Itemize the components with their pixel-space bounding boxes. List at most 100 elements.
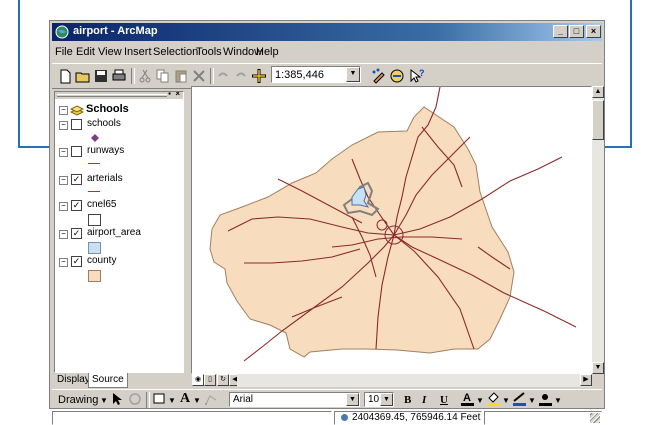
tab-source[interactable]: Source (88, 373, 128, 388)
menu-edit[interactable]: Edit (76, 46, 95, 58)
globe-view-icon[interactable]: ◉ (192, 374, 204, 386)
menu-bar: File Edit View Insert Selection Tools Wi… (52, 43, 602, 61)
toc-tabs: Display Source (54, 373, 184, 389)
vertical-scrollbar[interactable]: ▲ ▼ (592, 86, 604, 374)
line-color-icon[interactable] (512, 391, 528, 409)
maximize-button[interactable]: □ (569, 25, 584, 38)
fill-symbol-icon (88, 214, 101, 226)
layer-visibility-checkbox[interactable]: ✓ (71, 256, 82, 267)
layer-visibility-checkbox[interactable]: ✓ (71, 200, 82, 211)
bold-button[interactable]: B (404, 394, 411, 406)
undo-icon[interactable] (214, 67, 232, 85)
new-document-icon[interactable] (56, 67, 74, 85)
menu-selection[interactable]: Selection (153, 46, 198, 58)
menu-view[interactable]: View (98, 46, 122, 58)
marker-color-icon[interactable] (538, 391, 554, 409)
tab-display[interactable]: Display (54, 373, 93, 387)
toc-grip[interactable] (57, 94, 167, 97)
minimize-button[interactable]: _ (553, 25, 568, 38)
paste-icon[interactable] (172, 67, 190, 85)
underline-button[interactable]: U (440, 394, 448, 406)
toolbar-separator (146, 392, 150, 408)
layer-visibility-checkbox[interactable]: ✓ (71, 228, 82, 239)
drawing-toolbar: Drawing ▼ ▼ A ▼ Arial ▼ 10 ▼ B I U A ▼ ▼… (52, 389, 602, 408)
layer-airport-area[interactable]: − ✓ airport_area (55, 226, 183, 242)
scroll-right-icon[interactable]: ▶ (580, 374, 592, 386)
chevron-down-icon[interactable]: ▼ (346, 393, 359, 406)
menu-help[interactable]: Help (256, 46, 279, 58)
rectangle-icon[interactable] (153, 393, 165, 407)
map-canvas[interactable] (192, 87, 592, 374)
print-icon[interactable] (110, 67, 128, 85)
font-size-combo[interactable]: 10 ▼ (364, 392, 394, 407)
editor-toolbar-icon[interactable] (370, 67, 388, 85)
data-frame-schools[interactable]: − Schools (55, 102, 183, 118)
menu-tools[interactable]: Tools (196, 46, 222, 58)
chevron-down-icon[interactable]: ▼ (476, 396, 484, 405)
horizontal-scrollbar[interactable]: ▶ (237, 374, 592, 387)
layer-cnel65[interactable]: − ✓ cnel65 (55, 198, 183, 214)
collapse-icon[interactable]: − (59, 176, 68, 185)
text-tool-icon[interactable]: A (180, 391, 190, 407)
font-color-icon[interactable]: A (460, 391, 476, 409)
globe-icon (55, 25, 69, 39)
collapse-icon[interactable]: − (59, 202, 68, 211)
pin-icon[interactable]: ▪ (168, 92, 171, 98)
chevron-down-icon[interactable]: ▼ (346, 67, 360, 82)
collapse-icon[interactable]: − (59, 148, 68, 157)
map-display[interactable] (191, 86, 592, 374)
coordinates-readout: 2404369.45, 765946.14 Feet (352, 412, 481, 423)
chevron-down-icon[interactable]: ▼ (380, 393, 393, 406)
close-icon[interactable]: × (175, 92, 180, 98)
line-symbol-icon (88, 191, 100, 192)
collapse-icon[interactable]: − (59, 258, 68, 267)
chevron-down-icon[interactable]: ▼ (168, 396, 176, 405)
font-name-value: Arial (233, 394, 254, 405)
menu-insert[interactable]: Insert (124, 46, 152, 58)
layer-county[interactable]: − ✓ county (55, 254, 183, 270)
layer-visibility-checkbox[interactable]: ✓ (71, 174, 82, 185)
collapse-icon[interactable]: − (59, 230, 68, 239)
menu-file[interactable]: File (55, 46, 73, 58)
layer-arterials[interactable]: − ✓ arterials (55, 172, 183, 188)
chevron-down-icon[interactable]: ▼ (193, 396, 201, 405)
cut-icon[interactable] (136, 67, 154, 85)
scroll-up-icon[interactable]: ▲ (592, 86, 604, 98)
chevron-down-icon[interactable]: ▼ (528, 396, 536, 405)
add-data-icon[interactable] (250, 67, 268, 85)
edit-vertices-icon[interactable] (204, 392, 218, 409)
rotate-icon[interactable] (128, 392, 142, 409)
save-icon[interactable] (92, 67, 110, 85)
open-folder-icon[interactable] (74, 67, 92, 85)
scroll-down-icon[interactable]: ▼ (592, 362, 604, 374)
collapse-icon[interactable]: − (59, 106, 68, 115)
italic-button[interactable]: I (422, 394, 426, 406)
arctoolbox-icon[interactable] (388, 67, 406, 85)
layer-name: runways (87, 145, 125, 156)
chevron-down-icon[interactable]: ▼ (502, 396, 510, 405)
fill-color-icon[interactable] (486, 391, 502, 409)
layer-schools[interactable]: − schools (55, 117, 183, 133)
toc-header: ▪ × (55, 92, 183, 99)
font-name-combo[interactable]: Arial ▼ (229, 392, 360, 407)
map-scale-combo[interactable]: 1:385,446 ▼ (271, 66, 361, 83)
close-button[interactable]: × (586, 25, 601, 38)
refresh-icon[interactable]: ↻ (217, 374, 229, 386)
copy-icon[interactable] (154, 67, 172, 85)
fill-symbol-icon (88, 242, 101, 254)
layer-visibility-checkbox[interactable] (71, 119, 82, 130)
collapse-icon[interactable]: − (59, 121, 68, 130)
select-pointer-icon[interactable] (112, 392, 124, 409)
layout-view-icon[interactable]: ▯ (204, 374, 216, 386)
drawing-menu[interactable]: Drawing (58, 394, 98, 406)
resize-grip-icon[interactable] (590, 413, 600, 423)
scroll-thumb[interactable] (592, 100, 604, 140)
chevron-down-icon[interactable]: ▼ (100, 396, 108, 405)
layer-runways[interactable]: − runways (55, 144, 183, 160)
callout-line-right-vertical (630, 0, 632, 148)
layer-visibility-checkbox[interactable] (71, 146, 82, 157)
chevron-down-icon[interactable]: ▼ (554, 396, 562, 405)
redo-icon[interactable] (232, 67, 250, 85)
delete-icon[interactable] (190, 67, 208, 85)
whats-this-help-icon[interactable]: ? (408, 67, 426, 85)
